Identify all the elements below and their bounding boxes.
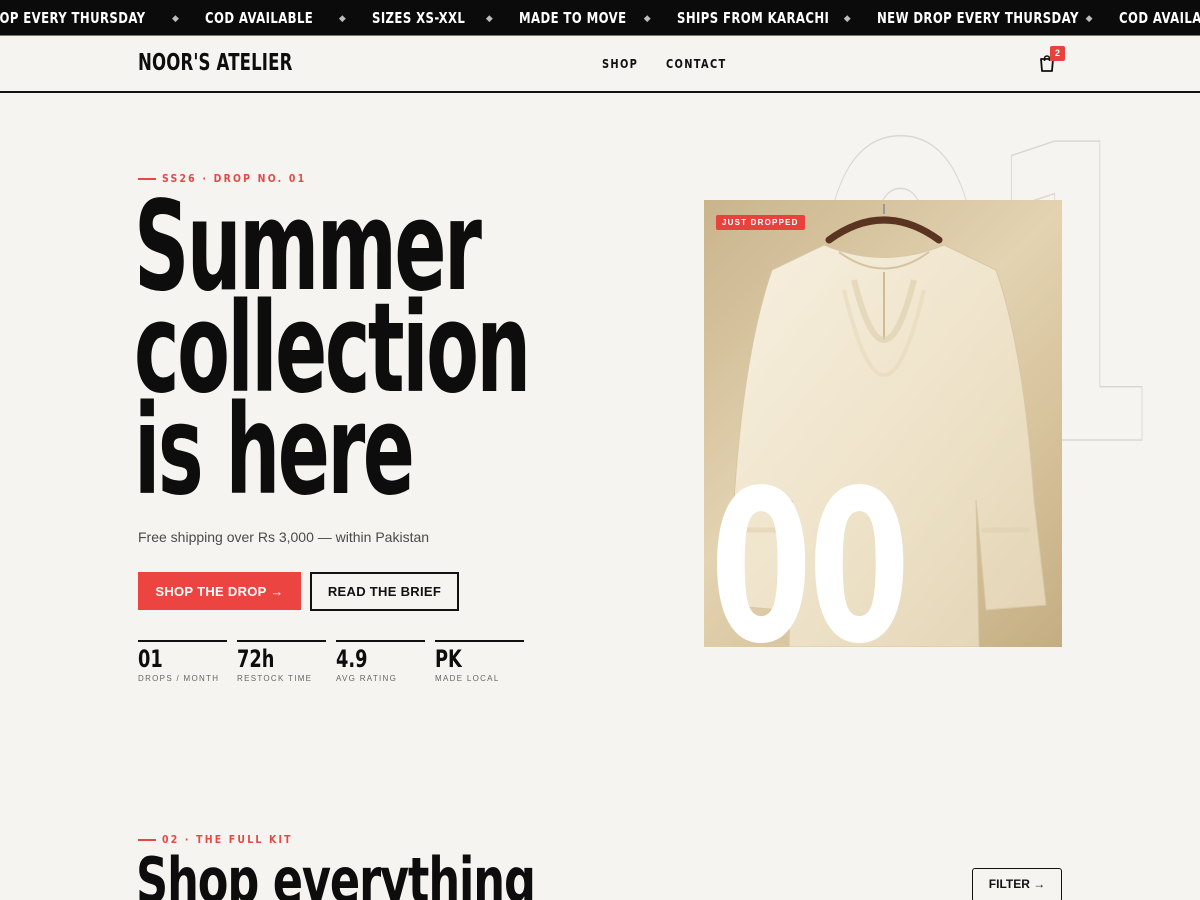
diamond-icon: ◆ [1085,12,1093,23]
ticker-item: SHIPS FROM KARACHI [676,9,829,27]
stat-item: 01 DROPS / MONTH [138,640,227,683]
product-image[interactable]: JUST DROPPED 00 [704,200,1062,647]
diamond-icon: ◆ [172,12,179,23]
ticker-item: SIZES XS-XXL [371,9,466,27]
stat-label: AVG RATING [336,674,398,683]
shop-the-drop-button[interactable]: SHOP THE DROP → [138,572,301,610]
just-dropped-badge: JUST DROPPED [716,215,805,230]
diamond-icon: ◆ [338,12,346,23]
ticker-item: NEW DROP EVERY THURSDAY [876,9,1079,27]
hero-headline: Summer collection is here [134,185,694,523]
stat-value: 72h [237,645,275,673]
stat-value: PK [435,645,462,673]
diamond-icon: ◆ [843,12,851,23]
stat-item: 72h RESTOCK TIME [237,640,326,683]
eyebrow-dash [138,838,156,841]
stat-item: 4.9 AVG RATING [336,640,425,683]
stat-value: 01 [138,645,163,673]
ticker-track: DROP EVERY THURSDAY ◆ COD AVAILABLE ◆ SI… [0,0,1200,35]
stat-value: 4.9 [336,645,368,673]
ticker-item: COD AVAILABLE [204,9,314,27]
section-title: Shop everything [136,844,536,900]
stat-label: MADE LOCAL [435,674,500,683]
ticker-item: COD AVAILABLE [1118,9,1200,27]
diamond-icon: ◆ [643,12,651,23]
main-nav: SHOP CONTACT [602,57,740,71]
announcement-ticker: DROP EVERY THURSDAY ◆ COD AVAILABLE ◆ SI… [0,0,1200,36]
ticker-item: MADE TO MOVE [518,9,627,27]
nav-link-contact[interactable]: CONTACT [666,57,727,71]
hero-subline: Free shipping over Rs 3,000 — within Pak… [138,529,430,545]
stat-item: PK MADE LOCAL [435,640,524,683]
product-counter: 00 [710,445,910,648]
brand-logo[interactable]: NOOR'S ATELIER [138,50,292,76]
headline-line: is here [134,379,415,523]
stat-label: DROPS / MONTH [138,674,220,683]
diamond-icon: ◆ [485,12,493,23]
read-the-brief-button[interactable]: READ THE BRIEF [310,572,459,611]
nav-link-shop[interactable]: SHOP [602,57,638,71]
hero-stats: 01 DROPS / MONTH 72h RESTOCK TIME 4.9 AV… [138,640,524,683]
ticker-item: DROP EVERY THURSDAY [0,9,146,27]
filter-button[interactable]: FILTER → [972,868,1062,900]
stat-label: RESTOCK TIME [237,674,313,683]
